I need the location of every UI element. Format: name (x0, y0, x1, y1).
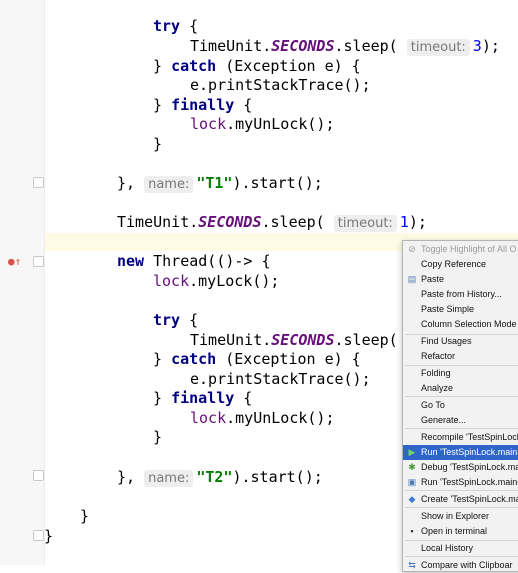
menu-separator (405, 428, 518, 429)
menu-item-compare-clipboard[interactable]: ⇆ Compare with Clipboar (403, 558, 518, 573)
editor-context-menu[interactable]: ⊘ Toggle Highlight of All O Copy Referenc… (402, 240, 518, 572)
code-line: } catch (Exception e) { (153, 57, 361, 75)
code-line: } catch (Exception e) { (153, 350, 361, 368)
code-line: e.printStackTrace(); (190, 370, 371, 388)
parameter-hint: timeout: (406, 39, 470, 56)
menu-separator (405, 490, 518, 491)
code-line: e.printStackTrace(); (190, 76, 371, 94)
code-line: TimeUnit.SECONDS.sleep( timeout: 1); (117, 213, 427, 232)
menu-separator (405, 507, 518, 508)
menu-item-recompile[interactable]: Recompile 'TestSpinLock (403, 430, 518, 445)
menu-item-go-to[interactable]: Go To (403, 398, 518, 413)
menu-item-analyze[interactable]: Analyze (403, 381, 518, 396)
menu-item-open-terminal[interactable]: ▪ Open in terminal (403, 524, 518, 539)
code-line: try { (153, 311, 199, 329)
parameter-hint: timeout: (333, 215, 397, 232)
code-line: } (153, 428, 163, 446)
code-line: } finally { (153, 389, 253, 407)
code-line: TimeUnit.SECONDS.sleep( (190, 331, 398, 349)
menu-item-show-in-explorer[interactable]: Show in Explorer (403, 509, 518, 524)
code-line: } (153, 135, 163, 153)
menu-item-debug[interactable]: ✱ Debug 'TestSpinLock.ma (403, 460, 518, 475)
menu-item-refactor[interactable]: Refactor (403, 349, 518, 364)
terminal-icon: ▪ (410, 526, 414, 536)
menu-item-create-config[interactable]: ◆ Create 'TestSpinLock.ma (403, 492, 518, 507)
menu-item-find-usages[interactable]: Find Usages (403, 334, 518, 349)
run-icon: ▶ (408, 447, 416, 457)
menu-item-paste-from-history[interactable]: Paste from History... (403, 287, 518, 302)
highlight-icon: ⊘ (408, 244, 416, 254)
code-line: new Thread(()-> { (117, 252, 271, 270)
code-line: }, name: "T2").start(); (117, 468, 323, 487)
create-config-icon: ◆ (408, 494, 416, 504)
menu-item-folding[interactable]: Folding (403, 366, 518, 381)
code-line: lock.myUnLock(); (190, 115, 335, 133)
coverage-icon: ▣ (407, 477, 417, 487)
debug-icon: ✱ (408, 462, 416, 472)
compare-icon: ⇆ (408, 560, 416, 570)
parameter-hint: name: (144, 176, 194, 193)
code-line: }, name: "T1").start(); (117, 174, 323, 193)
code-line: } (80, 507, 90, 525)
menu-item-copy-reference[interactable]: Copy Reference (403, 257, 518, 272)
code-line: lock.myLock(); (153, 272, 280, 290)
menu-item-generate[interactable]: Generate... (403, 413, 518, 428)
menu-item-run-coverage[interactable]: ▣ Run 'TestSpinLock.main( (403, 475, 518, 490)
menu-item-local-history[interactable]: Local History (403, 541, 518, 556)
paste-icon: ▤ (407, 274, 417, 284)
code-line: TimeUnit.SECONDS.sleep( timeout: 3); (190, 37, 500, 56)
menu-separator (405, 396, 518, 397)
menu-separator (405, 556, 518, 557)
code-line: lock.myUnLock(); (190, 409, 335, 427)
menu-item-paste[interactable]: ▤ Paste (403, 272, 518, 287)
code-line: } finally { (153, 96, 253, 114)
menu-item-toggle-highlight[interactable]: ⊘ Toggle Highlight of All O (403, 242, 518, 257)
parameter-hint: name: (144, 470, 194, 487)
code-line: try { (153, 17, 199, 35)
code-line: } (44, 527, 54, 545)
menu-item-run[interactable]: ▶ Run 'TestSpinLock.main (403, 445, 518, 460)
menu-item-column-selection[interactable]: Column Selection Mode (403, 317, 518, 332)
menu-item-paste-simple[interactable]: Paste Simple (403, 302, 518, 317)
